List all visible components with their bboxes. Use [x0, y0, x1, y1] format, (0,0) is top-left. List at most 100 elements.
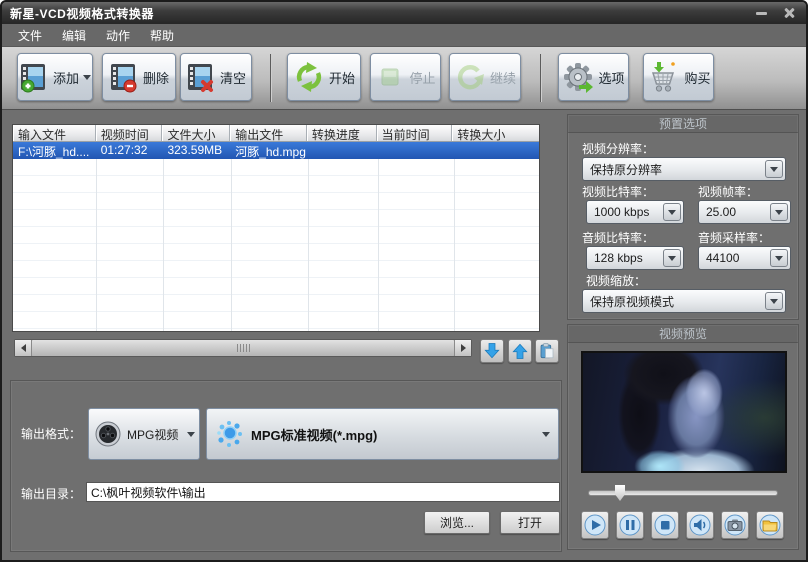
caret-down-icon [775, 256, 783, 261]
move-up-button[interactable] [508, 339, 532, 363]
output-settings-group: 输出格式： MPG视频 [10, 380, 562, 552]
remove-label: 删除 [143, 68, 169, 87]
buy-button[interactable]: 购买 [643, 53, 714, 101]
col-output-file[interactable]: 输出文件 [230, 125, 307, 141]
col-input-file[interactable]: 输入文件 [13, 125, 96, 141]
speaker-icon [689, 514, 711, 536]
file-table-header: 输入文件 视频时间 文件大小 输出文件 转换进度 当前时间 转换大小 [13, 125, 539, 142]
scrollbar-grip [237, 344, 250, 352]
video-bitrate-select[interactable]: 1000 kbps [586, 200, 684, 224]
col-file-size[interactable]: 文件大小 [162, 125, 230, 141]
add-button[interactable]: 添加 [17, 53, 93, 101]
output-dir-input[interactable] [86, 482, 560, 502]
col-converted-size[interactable]: 转换大小 [452, 125, 539, 141]
preset-options-group: 预置选项 视频分辨率： 保持原分辨率 视频比特率： 视频帧率： 1000 kbp… [567, 114, 799, 320]
resolution-select[interactable]: 保持原分辨率 [582, 157, 786, 181]
output-format-label: 输出格式： [21, 425, 81, 442]
format-caret-icon [187, 432, 195, 437]
clear-button[interactable]: 清空 [180, 53, 252, 101]
arrow-up-icon [511, 342, 529, 360]
start-button[interactable]: 开始 [287, 53, 361, 101]
preview-group-title: 视频预览 [568, 325, 798, 343]
video-bitrate-caret-button[interactable] [663, 203, 681, 221]
caret-down-icon [775, 210, 783, 215]
seek-slider[interactable] [588, 490, 778, 496]
film-clear-icon [186, 61, 216, 93]
open-folder-button[interactable] [756, 511, 784, 539]
stop-button[interactable]: 停止 [370, 53, 441, 101]
play-button[interactable] [581, 511, 609, 539]
open-button[interactable]: 打开 [500, 511, 560, 534]
table-row-selected[interactable]: F:\河豚_hd.... 01:27:32 323.59MB 河豚_hd.mpg [13, 142, 539, 159]
output-format-select[interactable]: MPG视频 [88, 408, 200, 460]
options-button[interactable]: 选项 [558, 53, 629, 101]
video-zoom-label: 视频缩放： [586, 272, 646, 289]
sample-rate-caret-button[interactable] [770, 249, 788, 267]
menu-help[interactable]: 帮助 [140, 24, 184, 47]
frame-rate-select[interactable]: 25.00 [698, 200, 791, 224]
snapshot-button[interactable] [721, 511, 749, 539]
caret-down-icon [668, 256, 676, 261]
toolbar: 添加 删除 清空 [2, 47, 806, 110]
volume-button[interactable] [686, 511, 714, 539]
caret-down-icon [668, 210, 676, 215]
video-zoom-select[interactable]: 保持原视频模式 [582, 289, 786, 313]
frame-rate-caret-button[interactable] [770, 203, 788, 221]
resume-label: 继续 [490, 68, 516, 87]
play-icon [584, 514, 606, 536]
frame-rate-value: 25.00 [699, 205, 768, 219]
stop-label: 停止 [409, 68, 435, 87]
start-label: 开始 [329, 68, 355, 87]
audio-bitrate-select[interactable]: 128 kbps [586, 246, 684, 270]
resume-button[interactable]: 继续 [449, 53, 521, 101]
col-progress[interactable]: 转换进度 [307, 125, 377, 141]
profile-caret-icon [542, 432, 550, 437]
cart-icon [646, 61, 680, 93]
cell-output-file: 河豚_hd.mpg [230, 142, 307, 159]
resolution-label: 视频分辨率： [582, 140, 654, 157]
resume-icon [454, 61, 486, 93]
paste-button[interactable] [535, 339, 559, 363]
scrollbar-thumb[interactable] [32, 340, 454, 356]
remove-button[interactable]: 删除 [102, 53, 176, 101]
cell-progress [307, 142, 377, 159]
video-bitrate-label: 视频比特率： [582, 183, 654, 200]
menu-edit[interactable]: 编辑 [52, 24, 96, 47]
camera-icon [724, 514, 746, 536]
audio-bitrate-caret-button[interactable] [663, 249, 681, 267]
scroll-left-icon [21, 344, 26, 352]
film-remove-icon [109, 61, 139, 93]
move-down-button[interactable] [480, 339, 504, 363]
scroll-right-button[interactable] [454, 340, 471, 356]
seek-slider-thumb[interactable] [615, 485, 625, 501]
sample-rate-select[interactable]: 44100 [698, 246, 791, 270]
pause-button[interactable] [616, 511, 644, 539]
video-zoom-caret-button[interactable] [765, 292, 783, 310]
col-current-time[interactable]: 当前时间 [377, 125, 453, 141]
scroll-left-button[interactable] [15, 340, 32, 356]
horizontal-scrollbar[interactable] [14, 339, 472, 357]
output-profile-select[interactable]: MPG标准视频(*.mpg) [206, 408, 559, 460]
clipboard-icon [538, 342, 556, 360]
add-dropdown-caret-icon[interactable] [83, 75, 91, 80]
sample-rate-label: 音频采样率： [698, 229, 770, 246]
close-button[interactable] [780, 6, 798, 20]
menu-file[interactable]: 文件 [8, 24, 52, 47]
cell-current-time [377, 142, 453, 159]
col-duration[interactable]: 视频时间 [96, 125, 163, 141]
output-dir-label: 输出目录： [21, 485, 81, 502]
window-title: 新星-VCD视频格式转换器 [10, 5, 154, 22]
video-bitrate-value: 1000 kbps [587, 205, 661, 219]
sample-rate-value: 44100 [699, 251, 768, 265]
video-preview-group: 视频预览 [567, 324, 799, 550]
preset-group-title: 预置选项 [568, 115, 798, 133]
menu-action[interactable]: 动作 [96, 24, 140, 47]
options-label: 选项 [598, 68, 624, 87]
browse-button[interactable]: 浏览... [424, 511, 490, 534]
resolution-caret-button[interactable] [765, 160, 783, 178]
stop-playback-button[interactable] [651, 511, 679, 539]
minimize-button[interactable] [752, 6, 770, 20]
cell-duration: 01:27:32 [96, 142, 163, 159]
minimize-icon [756, 12, 767, 15]
output-profile-value: MPG标准视频(*.mpg) [251, 425, 536, 444]
